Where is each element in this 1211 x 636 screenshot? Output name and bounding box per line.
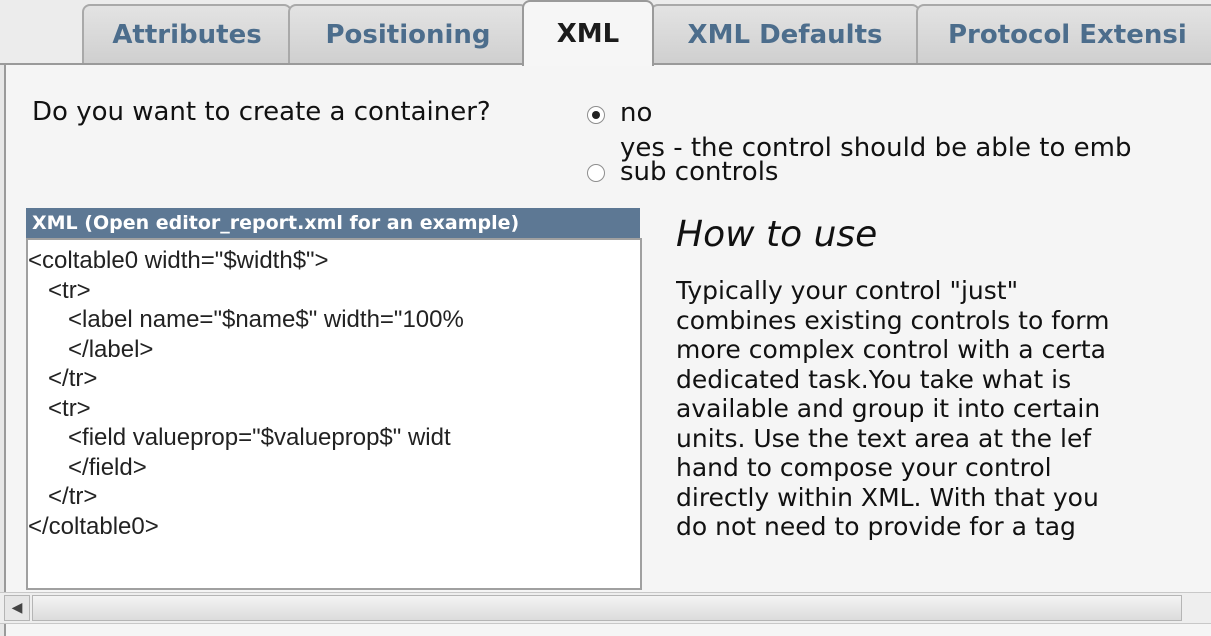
tab-xml[interactable]: XML xyxy=(522,0,654,66)
tab-attributes[interactable]: Attributes xyxy=(82,4,292,64)
container-question: Do you want to create a container? xyxy=(32,97,491,127)
scroll-left-icon[interactable]: ◀ xyxy=(4,595,30,621)
tab-strip: Attributes Positioning XML XML Defaults … xyxy=(0,0,1211,66)
tab-positioning[interactable]: Positioning xyxy=(288,4,528,64)
xml-editor-header: XML (Open editor_report.xml for an examp… xyxy=(26,208,640,238)
xml-editor-content[interactable]: <coltable0 width="$width$"> <tr> <label … xyxy=(28,240,640,541)
howto-title: How to use xyxy=(676,214,878,255)
option-yes-label: yes - the control should be able to emb … xyxy=(620,133,1132,187)
xml-editor[interactable]: <coltable0 width="$width$"> <tr> <label … xyxy=(26,238,642,590)
tab-protocol-extensions[interactable]: Protocol Extensi xyxy=(916,4,1211,64)
horizontal-scrollbar[interactable]: ◀ xyxy=(0,592,1211,624)
option-no-label: no xyxy=(620,98,653,128)
radio-no[interactable] xyxy=(587,106,605,124)
tab-xml-defaults[interactable]: XML Defaults xyxy=(650,4,920,64)
radio-yes[interactable] xyxy=(587,164,605,182)
scroll-thumb[interactable] xyxy=(32,595,1182,621)
howto-body: Typically your control "just" combines e… xyxy=(676,276,1110,541)
